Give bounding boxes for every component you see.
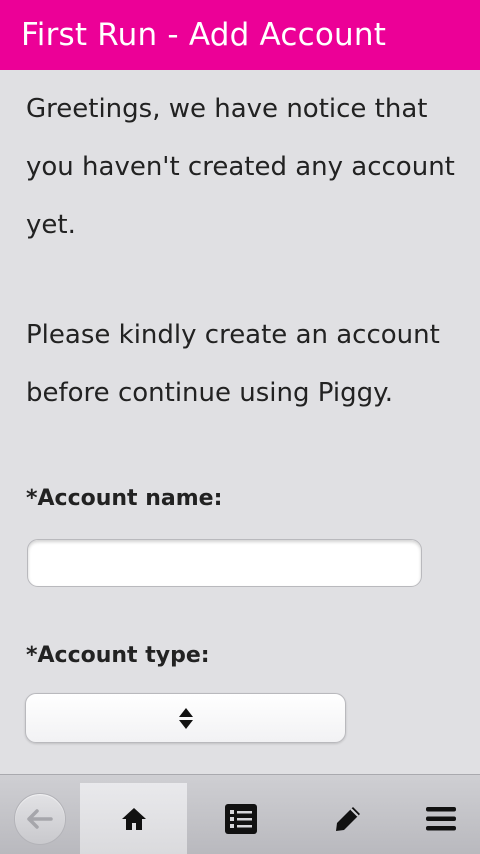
list-button[interactable]	[187, 783, 294, 854]
intro-paragraph-2: Please kindly create an account before c…	[26, 320, 440, 408]
edit-button[interactable]	[294, 783, 401, 854]
title-bar: First Run - Add Account	[0, 0, 480, 70]
home-icon	[121, 808, 146, 830]
up-down-arrows-icon	[178, 707, 193, 729]
list-icon	[224, 804, 257, 834]
account-name-label: *Account name:	[26, 486, 223, 511]
back-button[interactable]	[0, 783, 80, 854]
pencil-icon	[335, 807, 360, 831]
account-name-input[interactable]	[27, 539, 422, 587]
back-arrow-icon	[14, 793, 66, 845]
intro-text: Greetings, we have notice that you haven…	[26, 80, 456, 422]
intro-paragraph-1: Greetings, we have notice that you haven…	[26, 94, 455, 240]
menu-icon	[425, 807, 456, 831]
home-button[interactable]	[80, 783, 187, 854]
page-title: First Run - Add Account	[21, 16, 387, 53]
app-window: First Run - Add Account Greetings, we ha…	[0, 0, 480, 854]
bottom-toolbar	[0, 774, 480, 854]
account-type-select[interactable]	[25, 693, 346, 743]
menu-button[interactable]	[401, 783, 480, 854]
account-type-label: *Account type:	[26, 643, 210, 668]
